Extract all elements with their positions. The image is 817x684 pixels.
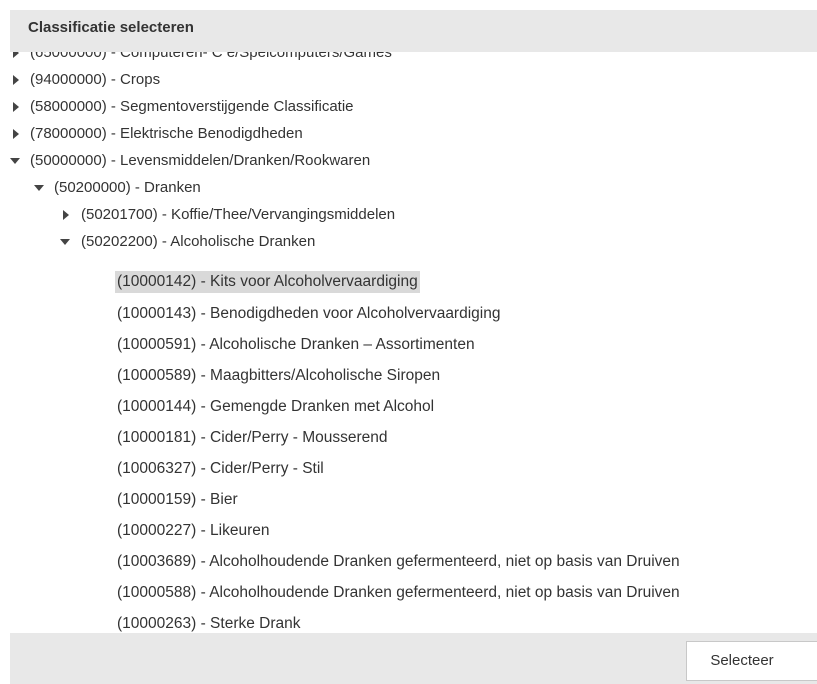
tree-leaf-label[interactable]: (10000181) - Cider/Perry - Mousserend: [117, 422, 388, 453]
tree-leaf-label-selected[interactable]: (10000142) - Kits voor Alcoholvervaardig…: [115, 271, 420, 293]
tree-leaf-label[interactable]: (10000227) - Likeuren: [117, 515, 270, 546]
tree-node-94000000[interactable]: (94000000) - Crops: [10, 66, 817, 93]
tree-node-label[interactable]: (58000000) - Segmentoverstijgende Classi…: [30, 93, 354, 120]
dialog-title: Classificatie selecteren: [28, 19, 194, 36]
tree-node-label[interactable]: (50200000) - Dranken: [54, 174, 201, 201]
tree-leaf[interactable]: (10000263) - Sterke Drank: [10, 608, 817, 633]
tree-leaf[interactable]: (10000227) - Likeuren: [10, 515, 817, 546]
tree-leaf-label[interactable]: (10000143) - Benodigdheden voor Alcoholv…: [117, 298, 500, 329]
tree-leaf[interactable]: (10000142) - Kits voor Alcoholvervaardig…: [10, 267, 817, 298]
tree-leaf-label[interactable]: (10000591) - Alcoholische Dranken – Asso…: [117, 329, 475, 360]
tree-node-partial[interactable]: (65000000) - Computeren- C e/Spelcompute…: [10, 52, 817, 66]
tree-node-label[interactable]: (50201700) - Koffie/Thee/Vervangingsmidd…: [81, 201, 395, 228]
tree-leaf[interactable]: (10000588) - Alcoholhoudende Dranken gef…: [10, 577, 817, 608]
tree-leaf[interactable]: (10000144) - Gemengde Dranken met Alcoho…: [10, 391, 817, 422]
tree-leaf[interactable]: (10000181) - Cider/Perry - Mousserend: [10, 422, 817, 453]
tree-content: (65000000) - Computeren- C e/Spelcompute…: [10, 52, 817, 633]
tree-leaf-label[interactable]: (10000144) - Gemengde Dranken met Alcoho…: [117, 391, 434, 422]
caret-down-icon[interactable]: [10, 147, 22, 174]
dialog-footer: Selecteer: [10, 633, 817, 684]
caret-down-icon[interactable]: [34, 174, 46, 201]
tree-node-label[interactable]: (65000000) - Computeren- C e/Spelcompute…: [30, 52, 392, 66]
tree-leaf-label[interactable]: (10000589) - Maagbitters/Alcoholische Si…: [117, 360, 440, 391]
tree-node-50000000[interactable]: (50000000) - Levensmiddelen/Dranken/Rook…: [10, 147, 817, 174]
tree-leaf-label[interactable]: (10000159) - Bier: [117, 484, 238, 515]
tree-node-label[interactable]: (50202200) - Alcoholische Dranken: [81, 228, 315, 255]
classification-dialog: Classificatie selecteren (65000000) - Co…: [0, 0, 817, 684]
tree-leaf-label[interactable]: (10000588) - Alcoholhoudende Dranken gef…: [117, 577, 680, 608]
caret-right-icon[interactable]: [10, 120, 22, 147]
tree-node-50200000[interactable]: (50200000) - Dranken: [10, 174, 817, 201]
tree-node-58000000[interactable]: (58000000) - Segmentoverstijgende Classi…: [10, 93, 817, 120]
caret-right-icon[interactable]: [10, 93, 22, 120]
tree-leaf[interactable]: (10000159) - Bier: [10, 484, 817, 515]
caret-right-icon[interactable]: [60, 201, 72, 228]
tree-leaf[interactable]: (10006327) - Cider/Perry - Stil: [10, 453, 817, 484]
tree-node-label[interactable]: (50000000) - Levensmiddelen/Dranken/Rook…: [30, 147, 370, 174]
tree-leaf[interactable]: (10000143) - Benodigdheden voor Alcoholv…: [10, 298, 817, 329]
caret-right-icon[interactable]: [10, 66, 22, 93]
caret-down-icon[interactable]: [60, 228, 72, 255]
tree-leaf-label[interactable]: (10003689) - Alcoholhoudende Dranken gef…: [117, 546, 680, 577]
tree-node-78000000[interactable]: (78000000) - Elektrische Benodigdheden: [10, 120, 817, 147]
caret-right-icon[interactable]: [10, 52, 22, 66]
tree-leaf[interactable]: (10000589) - Maagbitters/Alcoholische Si…: [10, 360, 817, 391]
tree-node-label[interactable]: (94000000) - Crops: [30, 66, 160, 93]
tree-node-50201700[interactable]: (50201700) - Koffie/Thee/Vervangingsmidd…: [10, 201, 817, 228]
classification-tree[interactable]: (65000000) - Computeren- C e/Spelcompute…: [10, 52, 817, 633]
tree-node-50202200[interactable]: (50202200) - Alcoholische Dranken: [10, 228, 817, 255]
tree-leaf[interactable]: (10000591) - Alcoholische Dranken – Asso…: [10, 329, 817, 360]
tree-leaf[interactable]: (10003689) - Alcoholhoudende Dranken gef…: [10, 546, 817, 577]
tree-leaf-label[interactable]: (10006327) - Cider/Perry - Stil: [117, 453, 324, 484]
tree-node-label[interactable]: (78000000) - Elektrische Benodigdheden: [30, 120, 303, 147]
dialog-header: Classificatie selecteren: [10, 10, 817, 52]
select-button[interactable]: Selecteer: [686, 641, 817, 681]
tree-leaf-label[interactable]: (10000263) - Sterke Drank: [117, 608, 301, 633]
